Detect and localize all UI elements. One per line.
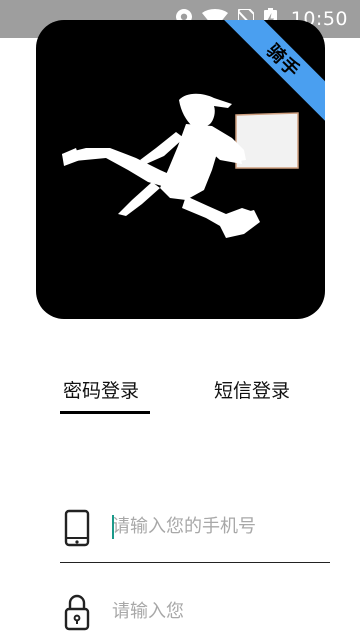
phone-input[interactable]	[112, 511, 322, 541]
password-input[interactable]	[112, 596, 186, 626]
password-field-row	[60, 588, 330, 640]
phone-icon	[64, 509, 90, 547]
text-cursor	[112, 515, 114, 539]
tab-password-login[interactable]: 密码登录	[63, 376, 139, 406]
app-logo: 骑手	[36, 20, 325, 319]
lock-icon	[64, 594, 90, 631]
login-screen: 10:50 骑手 密码登录 短信登录 请输入您的手机号	[0, 0, 360, 640]
phone-field-row	[60, 505, 330, 563]
tab-sms-login[interactable]: 短信登录	[214, 376, 290, 406]
tab-selected-indicator	[60, 411, 150, 414]
